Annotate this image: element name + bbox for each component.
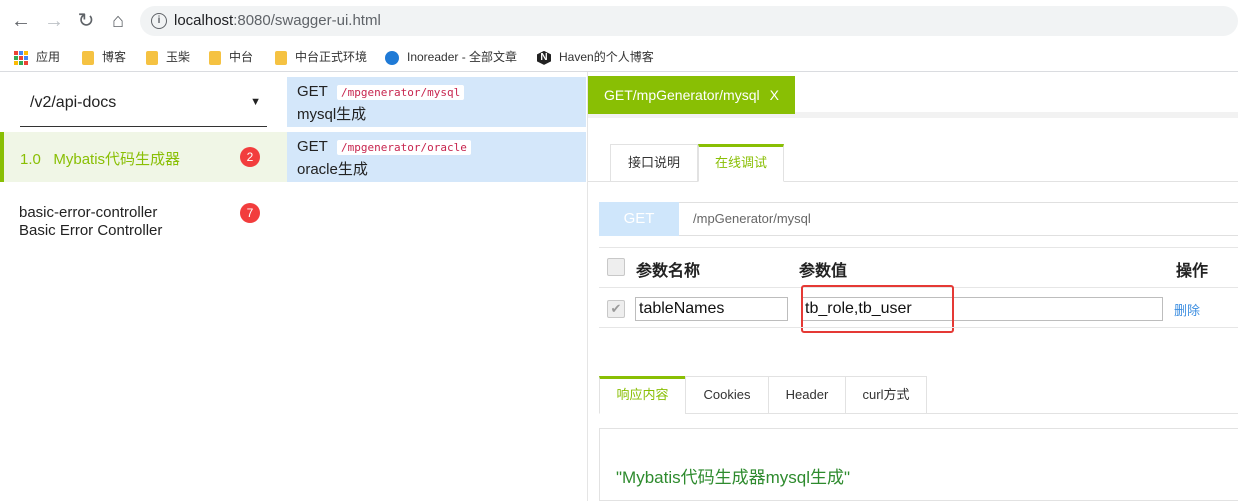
back-icon[interactable]: ← (9, 9, 33, 33)
request-url: /mpGenerator/mysql (679, 202, 1238, 236)
method-verb: GET (297, 83, 328, 100)
group-basic-error-controller[interactable]: basic-error-controller Basic Error Contr… (0, 198, 287, 248)
folder-icon (146, 50, 158, 65)
tab-online-debug[interactable]: 在线调试 (698, 144, 784, 182)
home-icon[interactable]: ⌂ (106, 9, 130, 33)
folder-icon (209, 50, 221, 65)
bookmark-inoreader[interactable]: Inoreader - 全部文章 (385, 48, 522, 66)
divider (599, 247, 1238, 248)
method-desc: mysql生成 (297, 106, 367, 123)
divider (599, 327, 1238, 328)
group-sublabel: Basic Error Controller (19, 222, 163, 239)
bookmarks-bar: 应用 博客 玉柴 中台 中台正式环境 Inoreader - 全部文章 N Hav… (0, 42, 1238, 72)
reload-icon[interactable]: ↻ (74, 9, 98, 33)
doc-tab-label: GET/mpGenerator/mysql (604, 87, 760, 103)
bookmark-folder[interactable]: 博客 (82, 48, 126, 66)
highlight-box (801, 285, 954, 333)
apps-grid-icon (14, 50, 28, 65)
api-docs-select[interactable]: /v2/api-docs ▼ (20, 83, 267, 127)
select-value: /v2/api-docs (30, 94, 117, 111)
folder-icon (82, 50, 94, 65)
address-bar[interactable]: i localhost:8080/swagger-ui.html (140, 6, 1238, 36)
n-logo-icon: N (537, 50, 551, 65)
param-name-input[interactable]: tableNames (635, 297, 788, 321)
bookmark-apps[interactable]: 应用 (14, 48, 60, 66)
info-icon[interactable]: i (151, 13, 167, 29)
count-badge: 7 (240, 203, 260, 223)
browser-toolbar: ← → ↻ ⌂ i localhost:8080/swagger-ui.html (0, 0, 1238, 42)
doc-tab-mysql[interactable]: GET/mpGenerator/mysql X (588, 76, 795, 114)
folder-icon (275, 50, 287, 65)
delete-link[interactable]: 删除 (1174, 300, 1200, 319)
method-item-mysql[interactable]: GET /mpgenerator/mysql mysql生成 (287, 77, 586, 127)
row-checkbox[interactable]: ✔ (607, 300, 625, 318)
inoreader-icon (385, 50, 399, 65)
method-verb: GET (297, 138, 328, 155)
request-method-button[interactable]: GET (599, 202, 679, 236)
forward-icon[interactable]: → (42, 9, 66, 33)
group-label: basic-error-controller (19, 204, 158, 221)
method-desc: oracle生成 (297, 161, 368, 178)
dropdown-arrow-icon: ▼ (250, 96, 261, 108)
col-param-name: 参数名称 (636, 263, 701, 280)
method-path: /mpgenerator/oracle (337, 140, 471, 155)
tab-header[interactable]: Header (768, 376, 846, 414)
response-body: "Mybatis代码生成器mysql生成" (599, 428, 1238, 501)
bookmark-folder[interactable]: 中台 (209, 48, 253, 66)
tab-response-content[interactable]: 响应内容 (599, 376, 686, 414)
tab-cookies[interactable]: Cookies (685, 376, 769, 414)
url-text: localhost:8080/swagger-ui.html (174, 12, 381, 29)
group-mybatis-generator[interactable]: 1.0 Mybatis代码生成器 2 (0, 132, 287, 182)
bookmark-haven-blog[interactable]: N Haven的个人博客 (537, 48, 654, 66)
method-item-oracle[interactable]: GET /mpgenerator/oracle oracle生成 (287, 132, 586, 182)
group-label: 1.0 Mybatis代码生成器 (20, 151, 181, 168)
doc-tab-bar: GET/mpGenerator/mysql X (588, 76, 1238, 118)
method-path: /mpgenerator/mysql (337, 85, 465, 100)
col-param-value: 参数值 (799, 263, 848, 280)
response-tabs: 响应内容 Cookies Header curl方式 (599, 376, 1238, 414)
close-icon[interactable]: X (770, 87, 779, 103)
tab-api-description[interactable]: 接口说明 (610, 144, 698, 182)
response-text: "Mybatis代码生成器mysql生成" (616, 468, 851, 487)
content-panel: GET/mpGenerator/mysql X 接口说明 在线调试 GET /mp… (587, 72, 1238, 501)
request-bar: GET /mpGenerator/mysql (599, 202, 1238, 236)
tab-curl[interactable]: curl方式 (845, 376, 927, 414)
sidebar: /v2/api-docs ▼ 1.0 Mybatis代码生成器 2 basic-… (0, 73, 287, 501)
select-all-checkbox[interactable] (607, 258, 625, 276)
col-action: 操作 (1176, 263, 1209, 280)
bookmark-folder[interactable]: 中台正式环境 (275, 48, 367, 66)
count-badge: 2 (240, 147, 260, 167)
bookmark-folder[interactable]: 玉柴 (146, 48, 190, 66)
